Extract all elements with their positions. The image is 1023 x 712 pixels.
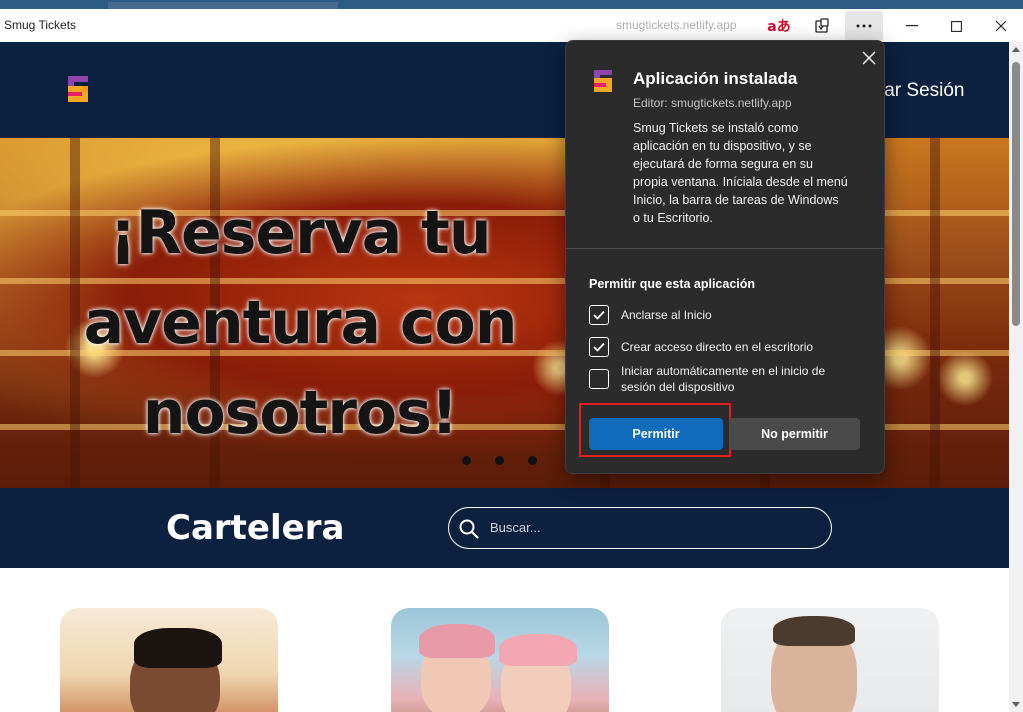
read-aloud-button[interactable]: aあ (760, 11, 798, 41)
scrollbar[interactable] (1009, 42, 1023, 712)
scroll-up-icon[interactable] (1012, 47, 1020, 52)
carousel-dot[interactable] (495, 456, 504, 465)
event-card-hair (134, 628, 222, 668)
carousel-dot[interactable] (528, 456, 537, 465)
carousel-dots (462, 456, 537, 465)
login-link[interactable]: iar Sesión (880, 80, 965, 102)
scroll-down-icon[interactable] (1012, 702, 1020, 707)
read-aloud-icon: aあ (767, 19, 791, 35)
desktop-shortcut-checkbox[interactable] (589, 337, 609, 357)
more-options-button[interactable] (845, 11, 883, 41)
event-card[interactable] (60, 608, 278, 712)
close-icon (995, 20, 1006, 32)
event-card-hair (499, 634, 577, 666)
app-available-button[interactable] (803, 11, 841, 41)
os-taskbar-strip (0, 0, 1023, 9)
carousel-dot[interactable] (462, 456, 471, 465)
scroll-thumb[interactable] (1012, 62, 1020, 326)
auto-start-checkbox[interactable] (589, 369, 609, 389)
minimize-button[interactable] (890, 11, 934, 41)
faded-url-text: smugtickets.netlify.app (616, 18, 737, 32)
event-card[interactable] (721, 608, 939, 712)
deny-button[interactable]: No permitir (729, 418, 860, 450)
hero-title: ¡Reserva tu aventura con nosotros! (83, 198, 518, 448)
search-placeholder: Buscar... (490, 520, 541, 535)
app-installed-dialog: Aplicación instalada Editor: smugtickets… (565, 40, 885, 474)
search-input[interactable]: Buscar... (448, 507, 832, 549)
checkmark-icon (593, 342, 605, 352)
app-install-icon (815, 18, 829, 33)
maximize-button[interactable] (934, 11, 978, 41)
cartelera-bar: Cartelera Buscar... (0, 488, 1009, 568)
dialog-title: Aplicación instalada (633, 69, 798, 88)
dialog-divider (566, 248, 884, 249)
event-card-hair (419, 624, 495, 658)
pin-to-start-label: Anclarse al Inicio (621, 308, 712, 322)
event-cards (0, 568, 1009, 712)
smug-logo-icon (68, 76, 88, 102)
search-icon (459, 519, 479, 539)
event-card[interactable] (391, 608, 609, 712)
dialog-description: Smug Tickets se instaló como aplicación … (633, 121, 848, 225)
section-title: Cartelera (166, 508, 345, 548)
desktop-shortcut-label: Crear acceso directo en el escritorio (621, 340, 814, 354)
maximize-icon (950, 20, 962, 32)
close-icon[interactable] (860, 49, 878, 67)
hero-column (930, 138, 940, 488)
browser-window: Smug Tickets smugtickets.netlify.app aあ (0, 0, 1023, 712)
minimize-icon (906, 25, 918, 27)
tab-hint (108, 2, 338, 9)
more-dots-icon (856, 24, 872, 28)
checkmark-icon (593, 310, 605, 320)
event-card-hair (773, 616, 855, 646)
smug-app-icon (594, 70, 612, 92)
allow-button[interactable]: Permitir (589, 418, 723, 450)
dialog-editor: Editor: smugtickets.netlify.app (633, 96, 792, 110)
close-window-button[interactable] (978, 11, 1023, 41)
auto-start-label: Iniciar automáticamente en el inicio de … (621, 364, 826, 394)
window-title: Smug Tickets (4, 18, 77, 32)
allow-heading: Permitir que esta aplicación (589, 277, 756, 291)
pin-to-start-checkbox[interactable] (589, 305, 609, 325)
title-bar: Smug Tickets smugtickets.netlify.app aあ (0, 9, 1023, 42)
